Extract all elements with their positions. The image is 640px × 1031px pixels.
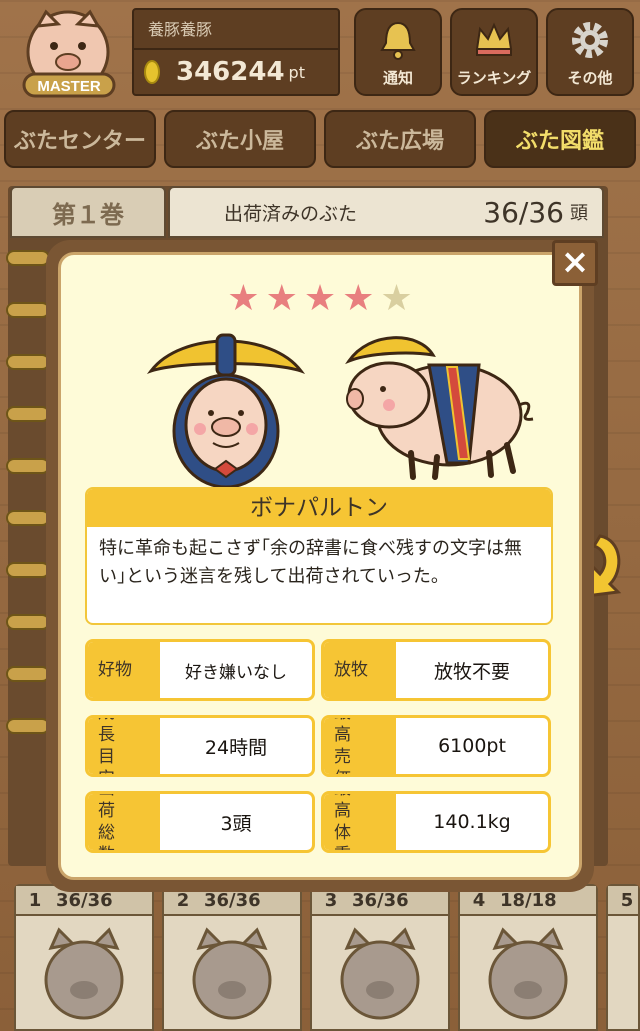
volume-5-button[interactable]: 5	[606, 884, 640, 1031]
volume-shelf: 1 36/36 2 36/36 3 36/36 4 18/18 5	[0, 880, 640, 1031]
tab-buta-encyclopedia[interactable]: ぶた図鑑	[484, 110, 636, 168]
pig-detail-card: ★ ★ ★ ★ ★ ボナパルトン 特に革命も起こさず｢余の辞書に食べ残すの文字は…	[58, 252, 582, 880]
settings-button[interactable]: その他	[546, 8, 634, 96]
stat-total-shipped: 出荷総数 3頭	[85, 791, 315, 853]
volume-count: 36/36	[56, 889, 113, 911]
volume-label[interactable]: 第１巻	[10, 186, 166, 238]
points-unit: pt	[288, 62, 305, 82]
pig-description-box: ボナパルトン 特に革命も起こさず｢余の辞書に食べ残すの文字は無い｣という迷言を残…	[85, 487, 553, 625]
points-value: 346244	[176, 57, 285, 87]
stat-max-weight: 最高体重 140.1kg	[321, 791, 551, 853]
stat-value: 6100pt	[438, 735, 506, 757]
pig-name: ボナパルトン	[87, 489, 551, 527]
binder-ring	[6, 666, 50, 682]
master-pig-badge[interactable]: MASTER	[10, 6, 128, 102]
binder-ring	[6, 614, 50, 630]
binder-ring	[6, 718, 50, 734]
star-empty-icon: ★	[380, 278, 413, 319]
tab-buta-hut[interactable]: ぶた小屋	[164, 110, 316, 168]
volume-number: 4	[472, 889, 486, 911]
notification-label: 通知	[382, 69, 413, 87]
tab-buta-center[interactable]: ぶたセンター	[4, 110, 156, 168]
book-heading: 出荷済みのぶた 36/36 頭	[168, 186, 604, 238]
stat-label: 好物	[88, 642, 160, 698]
star-filled-icon: ★	[227, 278, 260, 319]
pig-silhouette-icon	[192, 927, 272, 1020]
stat-label: 成長目安	[88, 718, 160, 774]
volume-2-button[interactable]: 2 36/36	[162, 884, 302, 1031]
volume-count: 36/36	[352, 889, 409, 911]
book-heading-title: 出荷済みのぶた	[224, 202, 358, 225]
pig-description: 特に革命も起こさず｢余の辞書に食べ残すの文字は無い｣という迷言を残して出荷されて…	[99, 538, 522, 587]
stat-value: 放牧不要	[433, 660, 510, 683]
points-row: 346244 pt	[134, 50, 338, 94]
volume-number: 3	[324, 889, 338, 911]
notification-button[interactable]: 通知	[354, 8, 442, 96]
binder-ring	[6, 302, 50, 318]
crown-icon	[475, 22, 513, 56]
volume-1-button[interactable]: 1 36/36	[14, 884, 154, 1031]
coin-icon	[144, 60, 160, 84]
ranking-button[interactable]: ランキング	[450, 8, 538, 96]
stat-value: 好き嫌いなし	[185, 662, 287, 683]
volume-3-button[interactable]: 3 36/36	[310, 884, 450, 1031]
stat-label: 最高売価	[324, 718, 396, 774]
master-badge-text: MASTER	[37, 78, 101, 95]
tab-buta-plaza[interactable]: ぶた広場	[324, 110, 476, 168]
stat-value: 140.1kg	[433, 811, 511, 833]
stat-growth-time: 成長目安 24時間	[85, 715, 315, 777]
stat-grazing: 放牧 放牧不要	[321, 639, 551, 701]
binder-ring	[6, 354, 50, 370]
volume-count: 36/36	[204, 889, 261, 911]
close-modal-button[interactable]: ×	[552, 240, 598, 286]
binder-ring	[6, 250, 50, 266]
user-info-panel: 養豚養豚 346244 pt	[132, 8, 340, 96]
napoleon-pig-front-illustration	[146, 333, 306, 489]
main-tabs: ぶたセンター ぶた小屋 ぶた広場 ぶた図鑑	[0, 110, 640, 172]
header: MASTER 養豚養豚 346244 pt 通知 ランキング その他	[0, 0, 640, 108]
volume-number: 1	[28, 889, 42, 911]
star-filled-icon: ★	[342, 278, 375, 319]
binder-ring	[6, 406, 50, 422]
ranking-label: ランキング	[456, 69, 532, 87]
napoleon-pig-side-illustration	[345, 336, 534, 480]
star-filled-icon: ★	[303, 278, 337, 319]
pig-silhouette-icon	[340, 927, 420, 1020]
rating-stars: ★ ★ ★ ★ ★	[61, 279, 579, 319]
volume-count: 18/18	[500, 889, 557, 911]
volume-number: 5	[620, 889, 634, 911]
binder-ring	[6, 510, 50, 526]
pig-detail-modal: ★ ★ ★ ★ ★ ボナパルトン 特に革命も起こさず｢余の辞書に食べ残すの文字は…	[46, 240, 594, 892]
book-count-unit: 頭	[570, 203, 588, 224]
gear-icon	[572, 22, 608, 58]
user-name: 養豚養豚	[134, 10, 338, 50]
stat-label: 放牧	[324, 642, 396, 698]
stat-value: 3頭	[220, 812, 252, 835]
pig-silhouette-icon	[44, 927, 124, 1020]
pig-silhouette-icon	[488, 927, 568, 1020]
volume-4-button[interactable]: 4 18/18	[458, 884, 598, 1031]
volume-number: 2	[176, 889, 190, 911]
settings-label: その他	[567, 69, 613, 87]
book-count: 36/36	[483, 195, 564, 229]
bell-icon	[380, 21, 416, 60]
binder-ring	[6, 458, 50, 474]
stat-favorite-food: 好物 好き嫌いなし	[85, 639, 315, 701]
star-filled-icon: ★	[265, 278, 298, 319]
stat-value: 24時間	[204, 736, 268, 759]
stat-label: 出荷総数	[88, 794, 160, 850]
binder-ring	[6, 562, 50, 578]
stat-max-price: 最高売価 6100pt	[321, 715, 551, 777]
stat-label: 最高体重	[324, 794, 396, 850]
